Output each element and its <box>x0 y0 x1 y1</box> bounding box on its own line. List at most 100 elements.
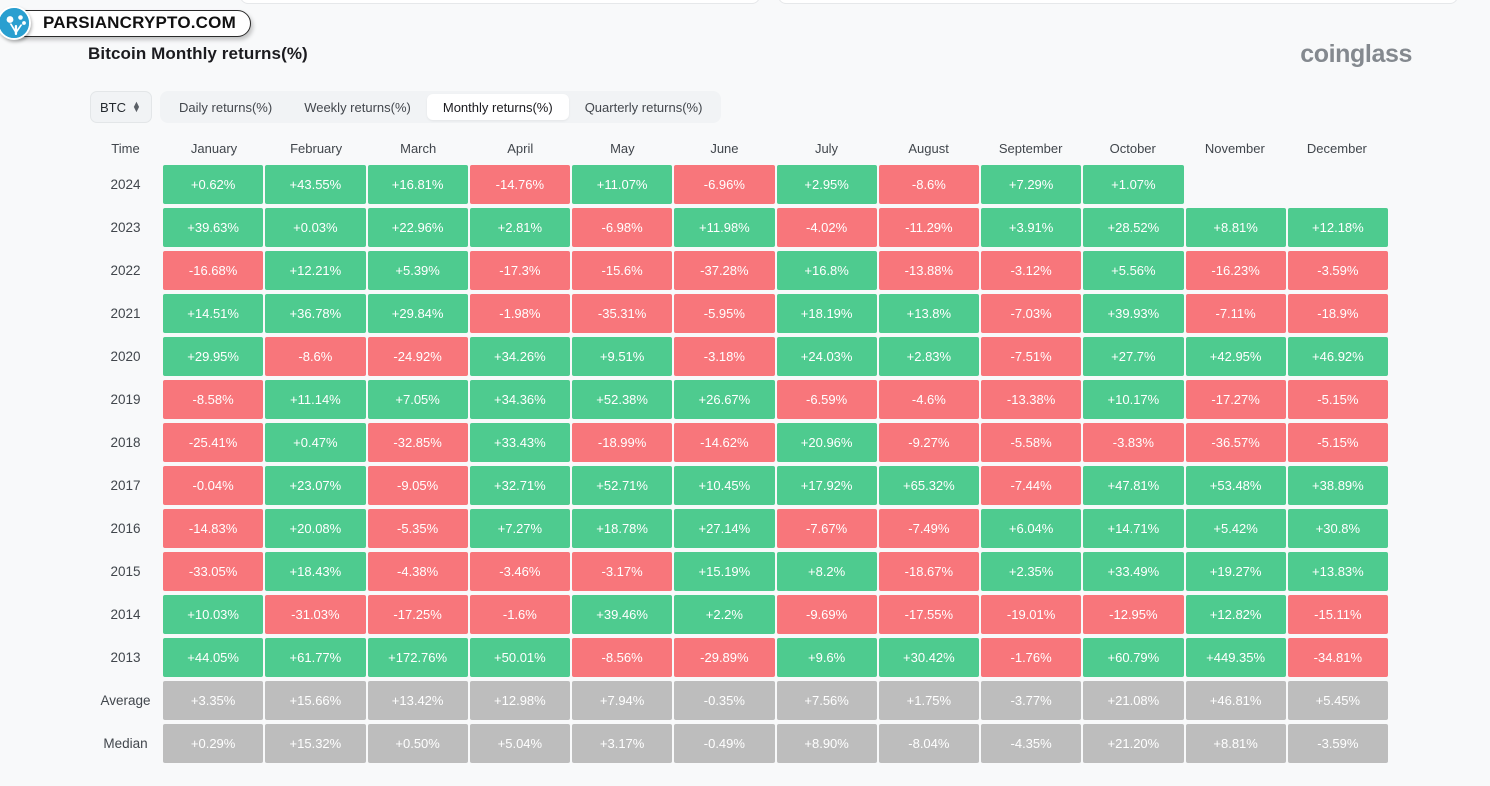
return-cell[interactable]: +28.52% <box>1083 208 1184 247</box>
return-cell[interactable]: -18.99% <box>572 423 673 462</box>
return-cell[interactable]: -29.89% <box>674 638 775 677</box>
return-cell[interactable]: +34.36% <box>469 380 570 419</box>
return-cell[interactable]: +18.78% <box>572 509 673 548</box>
return-cell[interactable]: +172.76% <box>367 638 468 677</box>
return-cell[interactable]: +60.79% <box>1083 638 1184 677</box>
return-cell[interactable]: +449.35% <box>1185 638 1286 677</box>
return-cell[interactable]: -8.58% <box>163 380 264 419</box>
return-cell[interactable]: +15.19% <box>674 552 775 591</box>
return-cell[interactable]: -6.96% <box>674 165 775 204</box>
return-cell[interactable]: +24.03% <box>776 337 877 376</box>
return-cell[interactable]: +27.7% <box>1083 337 1184 376</box>
return-cell[interactable]: -5.15% <box>1287 423 1388 462</box>
return-cell[interactable]: +33.49% <box>1083 552 1184 591</box>
return-cell[interactable]: +38.89% <box>1287 466 1388 505</box>
return-cell[interactable]: +32.71% <box>469 466 570 505</box>
return-cell[interactable]: -6.98% <box>572 208 673 247</box>
return-cell[interactable]: +8.81% <box>1185 208 1286 247</box>
return-cell[interactable]: +15.66% <box>265 681 366 720</box>
return-cell[interactable]: -15.11% <box>1287 595 1388 634</box>
return-cell[interactable]: -4.38% <box>367 552 468 591</box>
tab-weekly-returns[interactable]: Weekly returns(%) <box>288 94 427 120</box>
return-cell[interactable]: +9.51% <box>572 337 673 376</box>
tab-monthly-returns[interactable]: Monthly returns(%) <box>426 94 569 120</box>
return-cell[interactable]: -7.67% <box>776 509 877 548</box>
return-cell[interactable]: +13.8% <box>878 294 979 333</box>
return-cell[interactable]: -25.41% <box>163 423 264 462</box>
return-cell[interactable]: -34.81% <box>1287 638 1388 677</box>
return-cell[interactable]: +7.29% <box>981 165 1082 204</box>
return-cell[interactable]: +7.05% <box>367 380 468 419</box>
return-cell[interactable]: -6.59% <box>776 380 877 419</box>
return-cell[interactable]: -8.6% <box>878 165 979 204</box>
return-cell[interactable]: +20.08% <box>265 509 366 548</box>
return-cell[interactable]: +11.98% <box>674 208 775 247</box>
return-cell[interactable]: +50.01% <box>469 638 570 677</box>
return-cell[interactable]: -19.01% <box>981 595 1082 634</box>
return-cell[interactable]: +29.95% <box>163 337 264 376</box>
return-cell[interactable]: +8.2% <box>776 552 877 591</box>
return-cell[interactable]: +47.81% <box>1083 466 1184 505</box>
return-cell[interactable]: -14.62% <box>674 423 775 462</box>
return-cell[interactable]: +46.92% <box>1287 337 1388 376</box>
return-cell[interactable]: +0.47% <box>265 423 366 462</box>
return-cell[interactable]: +10.03% <box>163 595 264 634</box>
return-cell[interactable]: +18.43% <box>265 552 366 591</box>
return-cell[interactable]: +44.05% <box>163 638 264 677</box>
return-cell[interactable]: +12.21% <box>265 251 366 290</box>
return-cell[interactable]: -5.15% <box>1287 380 1388 419</box>
return-cell[interactable]: +13.83% <box>1287 552 1388 591</box>
return-cell[interactable]: -17.27% <box>1185 380 1286 419</box>
return-cell[interactable]: +15.32% <box>265 724 366 763</box>
return-cell[interactable]: -7.49% <box>878 509 979 548</box>
return-cell[interactable]: +61.77% <box>265 638 366 677</box>
return-cell[interactable]: +3.17% <box>572 724 673 763</box>
tab-quarterly-returns[interactable]: Quarterly returns(%) <box>569 94 719 120</box>
return-cell[interactable]: +11.14% <box>265 380 366 419</box>
return-cell[interactable]: -17.25% <box>367 595 468 634</box>
return-cell[interactable]: -15.6% <box>572 251 673 290</box>
return-cell[interactable]: -3.59% <box>1287 724 1388 763</box>
return-cell[interactable]: +36.78% <box>265 294 366 333</box>
return-cell[interactable]: -8.04% <box>878 724 979 763</box>
return-cell[interactable]: -16.68% <box>163 251 264 290</box>
return-cell[interactable]: -7.03% <box>981 294 1082 333</box>
return-cell[interactable]: +42.95% <box>1185 337 1286 376</box>
return-cell[interactable]: +39.63% <box>163 208 264 247</box>
return-cell[interactable]: -33.05% <box>163 552 264 591</box>
return-cell[interactable]: -18.9% <box>1287 294 1388 333</box>
return-cell[interactable]: +11.07% <box>572 165 673 204</box>
return-cell[interactable]: -4.02% <box>776 208 877 247</box>
return-cell[interactable]: -5.35% <box>367 509 468 548</box>
return-cell[interactable]: -16.23% <box>1185 251 1286 290</box>
return-cell[interactable]: -13.88% <box>878 251 979 290</box>
return-cell[interactable]: -13.38% <box>981 380 1082 419</box>
return-cell[interactable]: +0.50% <box>367 724 468 763</box>
return-cell[interactable]: +2.83% <box>878 337 979 376</box>
return-cell[interactable]: +0.62% <box>163 165 264 204</box>
return-cell[interactable]: +30.42% <box>878 638 979 677</box>
return-cell[interactable]: +2.2% <box>674 595 775 634</box>
return-cell[interactable]: +7.94% <box>572 681 673 720</box>
return-cell[interactable]: -31.03% <box>265 595 366 634</box>
return-cell[interactable]: -5.95% <box>674 294 775 333</box>
return-cell[interactable]: -9.69% <box>776 595 877 634</box>
return-cell[interactable]: -9.05% <box>367 466 468 505</box>
return-cell[interactable]: -14.76% <box>469 165 570 204</box>
return-cell[interactable]: +6.04% <box>981 509 1082 548</box>
return-cell[interactable]: +14.51% <box>163 294 264 333</box>
return-cell[interactable]: +8.81% <box>1185 724 1286 763</box>
return-cell[interactable]: -4.6% <box>878 380 979 419</box>
return-cell[interactable]: +46.81% <box>1185 681 1286 720</box>
return-cell[interactable]: -8.56% <box>572 638 673 677</box>
return-cell[interactable]: +10.45% <box>674 466 775 505</box>
return-cell[interactable]: +3.91% <box>981 208 1082 247</box>
return-cell[interactable]: +30.8% <box>1287 509 1388 548</box>
return-cell[interactable]: +43.55% <box>265 165 366 204</box>
return-cell[interactable]: +5.39% <box>367 251 468 290</box>
return-cell[interactable]: +5.04% <box>469 724 570 763</box>
return-cell[interactable]: +52.71% <box>572 466 673 505</box>
return-cell[interactable]: +3.35% <box>163 681 264 720</box>
return-cell[interactable]: +2.35% <box>981 552 1082 591</box>
return-cell[interactable]: -18.67% <box>878 552 979 591</box>
